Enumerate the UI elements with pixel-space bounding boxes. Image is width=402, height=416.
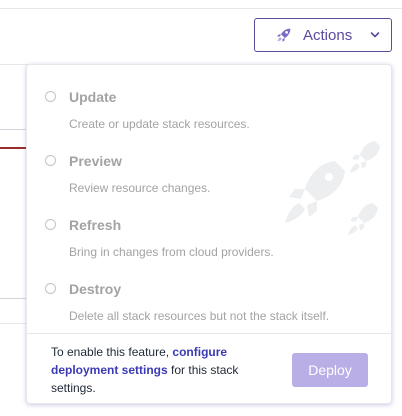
option-title: Update xyxy=(69,89,117,105)
option-description: Bring in changes from cloud providers. xyxy=(69,245,274,259)
page-divider xyxy=(0,64,28,65)
radio-button[interactable] xyxy=(45,283,56,294)
radio-button[interactable] xyxy=(45,91,56,102)
option-description: Create or update stack resources. xyxy=(69,117,250,131)
option-description: Review resource changes. xyxy=(69,181,211,195)
actions-button[interactable]: Actions xyxy=(254,18,392,52)
deployment-settings-notice: To enable this feature, configure deploy… xyxy=(51,343,266,397)
option-title: Destroy xyxy=(69,281,122,297)
chevron-down-icon xyxy=(370,32,380,38)
radio-button[interactable] xyxy=(45,219,56,230)
rocket-icon xyxy=(277,28,291,42)
option-title: Preview xyxy=(69,153,122,169)
page-accent-line xyxy=(0,147,28,149)
option-title: Refresh xyxy=(69,217,122,233)
option-description: Delete all stack resources but not the s… xyxy=(69,309,330,323)
page-divider xyxy=(0,323,28,324)
actions-dropdown-menu: Update Create or update stack resources.… xyxy=(26,64,392,404)
actions-button-label: Actions xyxy=(303,26,353,44)
page-divider xyxy=(0,8,402,9)
notice-prefix: To enable this feature, xyxy=(51,345,173,359)
menu-footer: To enable this feature, configure deploy… xyxy=(27,333,391,403)
deploy-button[interactable]: Deploy xyxy=(292,353,368,387)
rocket-illustration xyxy=(285,141,380,235)
page-divider xyxy=(0,298,28,299)
radio-button[interactable] xyxy=(45,155,56,166)
page-divider xyxy=(0,129,28,130)
